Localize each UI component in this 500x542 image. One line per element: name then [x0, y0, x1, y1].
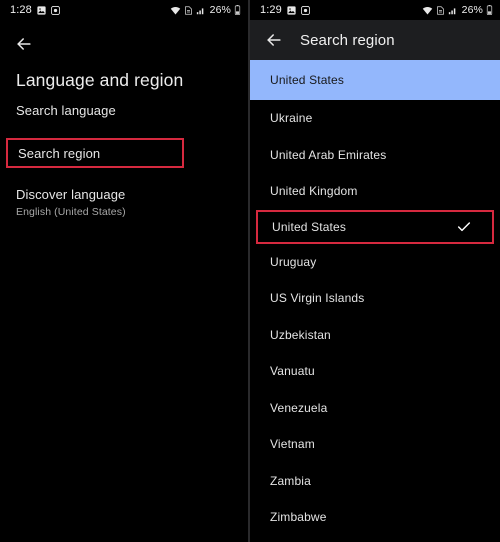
status-clock: 1:28 — [10, 4, 32, 16]
battery-percent-label: 26% — [209, 4, 231, 16]
region-label: United States — [272, 219, 346, 234]
back-arrow-icon[interactable] — [264, 30, 284, 50]
settings-item-label: Discover language — [16, 187, 126, 202]
settings-item-search-language[interactable]: Search language — [0, 103, 116, 118]
region-list-item[interactable]: Uzbekistan — [250, 317, 500, 354]
check-icon — [456, 219, 472, 235]
status-bar-right-group: 26% — [170, 4, 241, 16]
status-bar-left: 1:28 26% — [0, 0, 248, 20]
region-list-item[interactable]: Vanuatu — [250, 353, 500, 390]
signal-icon — [448, 6, 458, 15]
region-list-item[interactable]: United Arab Emirates — [250, 137, 500, 174]
region-list[interactable]: United States Ukraine United Arab Emirat… — [250, 60, 500, 542]
region-label: Vietnam — [270, 437, 315, 452]
app-bar-title: Search region — [300, 31, 395, 49]
left-screen: 1:28 26% Language and region Search lang… — [0, 0, 248, 542]
back-button-left[interactable] — [0, 20, 248, 54]
region-list-item[interactable]: Uruguay — [250, 244, 500, 281]
region-label: United Arab Emirates — [270, 147, 387, 162]
region-label: United States — [270, 73, 344, 87]
region-list-item[interactable]: Zimbabwe — [250, 499, 500, 536]
region-label: US Virgin Islands — [270, 291, 365, 306]
sim-icon — [184, 5, 193, 15]
settings-item-label: Search language — [16, 103, 116, 118]
region-label: Uzbekistan — [270, 327, 331, 342]
status-clock: 1:29 — [260, 4, 282, 16]
region-label: Vanuatu — [270, 364, 315, 379]
region-label: United Kingdom — [270, 184, 358, 199]
region-list-item[interactable]: Ukraine — [250, 100, 500, 137]
region-list-item[interactable]: Zambia — [250, 463, 500, 500]
region-label: Venezuela — [270, 400, 328, 415]
region-list-item-highlighted[interactable]: United States — [250, 60, 500, 100]
battery-icon — [486, 5, 493, 15]
battery-icon — [234, 5, 241, 15]
page-title: Language and region — [16, 70, 184, 90]
settings-item-label: Search region — [18, 145, 101, 161]
sim-icon — [436, 5, 445, 15]
settings-item-search-region-annotation[interactable]: Search region — [6, 138, 184, 168]
wifi-icon — [422, 6, 433, 15]
region-label: Uruguay — [270, 254, 317, 269]
camera-icon — [300, 5, 310, 15]
wifi-icon — [170, 6, 181, 15]
status-bar-right-group: 26% — [422, 4, 493, 16]
settings-item-discover-language[interactable]: Discover language English (United States… — [0, 187, 126, 218]
region-list-item[interactable]: United Kingdom — [250, 173, 500, 210]
settings-item-subtitle: English (United States) — [16, 206, 126, 218]
region-label: Zambia — [270, 473, 311, 488]
region-label: Ukraine — [270, 111, 313, 126]
app-bar: Search region — [250, 20, 500, 60]
image-icon — [287, 5, 296, 15]
image-icon — [37, 5, 46, 15]
back-arrow-icon — [14, 34, 34, 54]
battery-percent-label: 26% — [461, 4, 483, 16]
region-label: Zimbabwe — [270, 510, 327, 525]
status-bar-left-group: 1:29 — [260, 4, 310, 16]
right-screen: 1:29 26% Search region United States Ukr… — [250, 0, 500, 542]
signal-icon — [196, 6, 206, 15]
region-list-item[interactable]: Vietnam — [250, 426, 500, 463]
region-list-item[interactable]: US Virgin Islands — [250, 280, 500, 317]
screenshot-pair: 1:28 26% Language and region Search lang… — [0, 0, 500, 542]
region-list-item-selected-annotation[interactable]: United States — [256, 209, 494, 244]
status-bar-right: 1:29 26% — [250, 0, 500, 20]
status-bar-left-group: 1:28 — [10, 4, 60, 16]
region-list-item[interactable]: Venezuela — [250, 390, 500, 427]
camera-icon — [50, 5, 60, 15]
